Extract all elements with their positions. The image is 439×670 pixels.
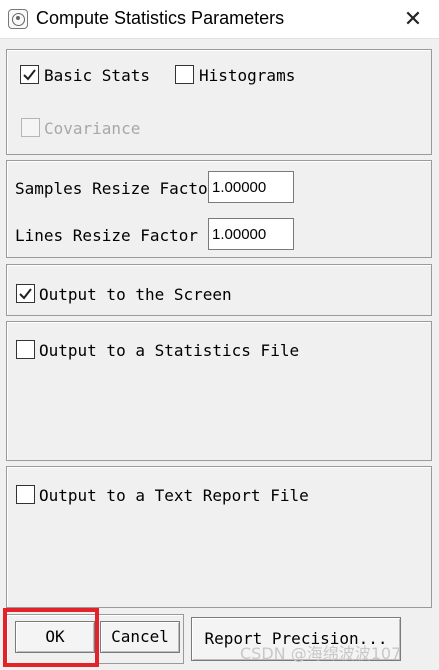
close-icon[interactable]: ✕ xyxy=(398,4,428,34)
histograms-label[interactable]: Histograms xyxy=(199,66,295,85)
samples-resize-field[interactable] xyxy=(208,171,294,203)
statistics-file-checkbox[interactable] xyxy=(16,340,35,359)
text-report-label[interactable]: Output to a Text Report File xyxy=(39,486,309,505)
text-report-checkbox[interactable] xyxy=(16,485,35,504)
check-icon xyxy=(19,288,32,300)
window-title: Compute Statistics Parameters xyxy=(36,8,285,28)
output-screen-panel: Output to the Screen xyxy=(6,264,432,316)
output-screen-label[interactable]: Output to the Screen xyxy=(39,285,232,304)
ok-button[interactable]: OK xyxy=(15,621,95,653)
watermark: CSDN @海绵波波107 xyxy=(240,644,402,663)
samples-resize-label: Samples Resize Factor xyxy=(15,179,218,198)
resize-factor-panel: Samples Resize Factor Lines Resize Facto… xyxy=(6,160,432,258)
statistics-file-panel: Output to a Statistics File xyxy=(6,321,432,461)
basic-stats-label[interactable]: Basic Stats xyxy=(44,66,150,85)
lines-resize-label: Lines Resize Factor xyxy=(15,226,199,245)
cancel-button[interactable]: Cancel xyxy=(100,621,180,653)
lines-resize-field[interactable] xyxy=(208,218,294,250)
check-icon xyxy=(23,69,36,81)
output-screen-checkbox[interactable] xyxy=(16,284,35,303)
statistics-app-icon xyxy=(8,9,28,29)
covariance-checkbox xyxy=(21,118,40,137)
title-bar: Compute Statistics Parameters ✕ xyxy=(0,0,439,39)
covariance-label: Covariance xyxy=(44,119,141,138)
basic-stats-checkbox[interactable] xyxy=(20,65,39,84)
text-report-panel: Output to a Text Report File xyxy=(6,466,432,608)
histograms-checkbox[interactable] xyxy=(175,65,194,84)
stats-options-panel: Basic Stats Histograms Covariance xyxy=(6,49,432,155)
statistics-file-label[interactable]: Output to a Statistics File xyxy=(39,341,299,360)
